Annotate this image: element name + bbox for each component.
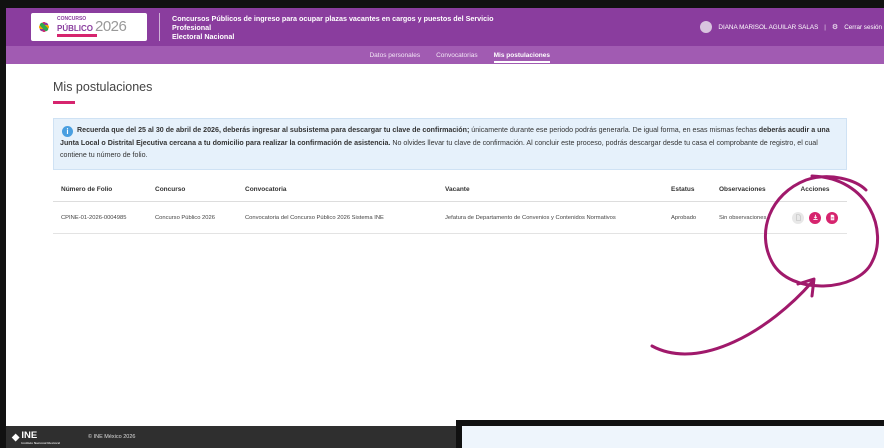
footer-copyright: © INE México 2026	[88, 434, 136, 440]
table-row: CPINE-01-2026-0004985 Concurso Público 2…	[53, 202, 847, 234]
site-title: Concursos Públicos de ingreso para ocupa…	[172, 14, 532, 41]
pdf-icon[interactable]	[826, 211, 838, 224]
site-title-line2: Electoral Nacional	[172, 31, 235, 41]
col-observaciones: Observaciones	[719, 186, 766, 193]
logo-flower-icon	[35, 18, 53, 36]
alert-part1: Recuerda que del 25 al 30 de abril de 20…	[77, 126, 470, 134]
info-alert: i Recuerda que del 25 al 30 de abril de 2…	[53, 118, 847, 170]
header-separator: |	[824, 23, 826, 31]
download-icon[interactable]	[809, 211, 821, 224]
ine-logo-icon: ◆	[12, 431, 20, 443]
col-vacante: Vacante	[445, 186, 470, 193]
col-estatus: Estatus	[671, 186, 695, 193]
title-underline	[53, 101, 75, 104]
nav-convocatorias[interactable]: Convocatorias	[436, 52, 478, 59]
cell-acciones	[783, 211, 847, 224]
gear-icon[interactable]: ⚙	[832, 23, 838, 31]
col-folio: Número de Folio	[61, 186, 113, 193]
page-title: Mis postulaciones	[53, 80, 153, 94]
top-header: CONCURSO PÚBLICO 2026 Concursos Públicos …	[6, 8, 884, 46]
cell-concurso: Concurso Público 2026	[155, 214, 215, 221]
header-divider	[159, 13, 160, 41]
ine-brand-sub: Instituto Nacional Electoral	[21, 440, 60, 445]
cell-convocatoria: Convocatoria del Concurso Público 2026 S…	[245, 214, 384, 221]
ine-logo: ◆ INE Instituto Nacional Electoral	[12, 430, 60, 445]
table-header: Número de Folio Concurso Convocatoria Va…	[53, 178, 847, 202]
cell-observaciones: Sin observaciones	[719, 214, 767, 221]
overlay-window[interactable]	[456, 420, 884, 448]
ine-brand: INE	[21, 429, 38, 441]
concurso-logo[interactable]: CONCURSO PÚBLICO 2026	[31, 13, 147, 41]
user-area: DIANA MARISOL AGUILAR SALAS | ⚙ Cerrar s…	[700, 21, 884, 33]
col-acciones: Acciones	[800, 186, 830, 193]
cell-estatus: Aprobado	[671, 214, 697, 221]
logo-main-text: PÚBLICO 2026	[57, 18, 127, 35]
site-title-line1: Concursos Públicos de ingreso para ocupa…	[172, 13, 494, 32]
nav-bar: Datos personales Convocatorias Mis postu…	[6, 46, 884, 64]
postulaciones-table: Número de Folio Concurso Convocatoria Va…	[53, 178, 847, 234]
logout-link[interactable]: Cerrar sesión	[844, 24, 882, 31]
user-name[interactable]: DIANA MARISOL AGUILAR SALAS	[718, 24, 818, 31]
info-icon: i	[62, 126, 73, 137]
user-avatar-icon[interactable]	[700, 21, 713, 33]
logo-accent-bar	[57, 34, 97, 37]
cell-folio: CPINE-01-2026-0004985	[61, 214, 127, 221]
nav-mis-postulaciones[interactable]: Mis postulaciones	[493, 52, 550, 63]
alert-part2: únicamente durante ese periodo podrás ge…	[469, 126, 759, 134]
col-concurso: Concurso	[155, 186, 186, 193]
logo-year: 2026	[95, 18, 127, 35]
col-convocatoria: Convocatoria	[245, 186, 287, 193]
file-icon[interactable]	[792, 211, 804, 224]
nav-datos-personales[interactable]: Datos personales	[369, 52, 420, 59]
cell-vacante: Jefatura de Departamento de Convenios y …	[445, 214, 616, 221]
